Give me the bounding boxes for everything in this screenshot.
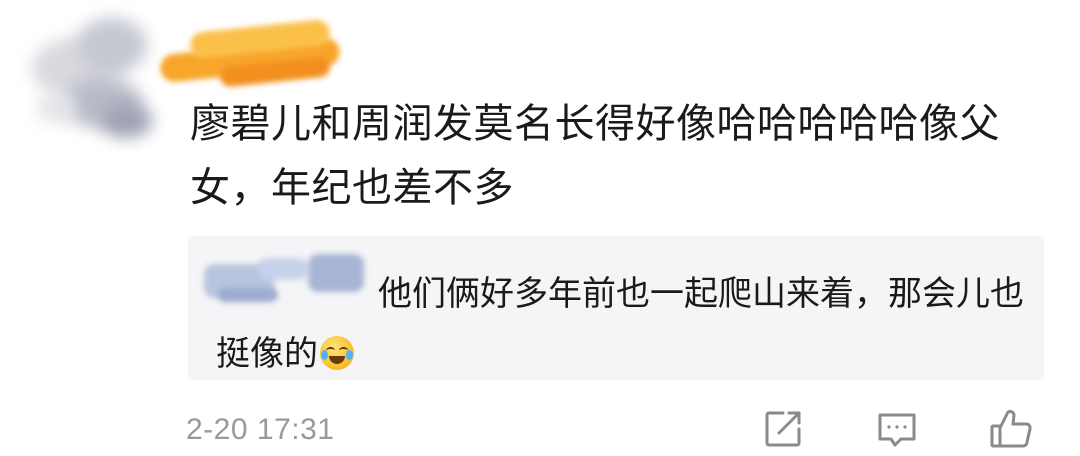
comment-button[interactable] — [872, 404, 922, 454]
laugh-cry-emoji-icon — [320, 336, 354, 370]
username-redacted[interactable] — [150, 18, 350, 88]
like-button[interactable] — [986, 404, 1036, 454]
share-edit-icon — [765, 411, 801, 447]
comment-bubble-icon — [878, 413, 916, 447]
comment-text: 廖碧儿和周润发莫名长得好像哈哈哈哈哈像父女，年纪也差不多 — [190, 101, 1000, 211]
share-button[interactable] — [758, 404, 808, 454]
timestamp: 2-20 17:31 — [186, 413, 335, 446]
reply-box[interactable]: 他们俩好多年前也一起爬山来着，那会儿也挺像的 — [188, 236, 1044, 380]
reply-text: 他们俩好多年前也一起爬山来着，那会儿也挺像的 — [216, 264, 1026, 384]
thumbs-up-icon — [990, 409, 1032, 448]
